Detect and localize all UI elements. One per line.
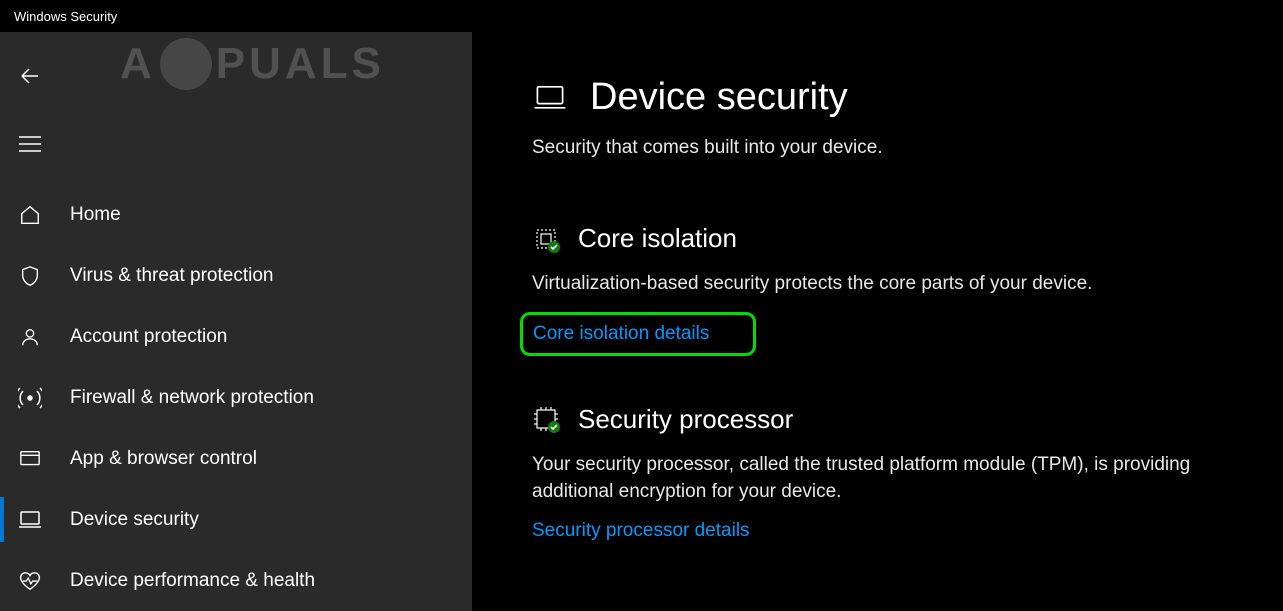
section-title: Security processor [578,404,793,435]
antenna-icon [18,386,42,410]
person-icon [18,325,42,349]
sidebar-item-label: Device security [70,509,199,531]
section-description: Virtualization-based security protects t… [532,270,1212,298]
main-content: Device security Security that comes buil… [472,32,1283,611]
sidebar-item-label: Home [70,204,121,226]
section-security-processor: Security processor Your security process… [532,404,1283,542]
sidebar-item-home[interactable]: Home [0,184,472,245]
chip-check-icon [532,405,560,433]
page-title: Device security [590,76,848,119]
page-header: Device security [532,76,1283,119]
watermark-icon [160,38,212,90]
highlight-box: Core isolation details [520,312,756,356]
section-title: Core isolation [578,223,737,254]
sidebar: A PUALS [0,32,472,611]
sidebar-item-device-security[interactable]: Device security [0,489,472,550]
sidebar-item-account[interactable]: Account protection [0,306,472,367]
hamburger-button[interactable] [6,122,54,166]
nav-list: Home Virus & threat protection Acco [0,184,472,611]
sidebar-item-performance[interactable]: Device performance & health [0,550,472,611]
sidebar-item-label: App & browser control [70,448,257,470]
sidebar-item-firewall[interactable]: Firewall & network protection [0,367,472,428]
hamburger-icon [19,136,41,152]
arrow-left-icon [18,64,42,88]
shield-icon [18,264,42,288]
sidebar-item-label: Account protection [70,326,227,348]
sidebar-item-label: Device performance & health [70,570,315,592]
sidebar-item-app-browser[interactable]: App & browser control [0,428,472,489]
page-subtitle: Security that comes built into your devi… [532,137,1283,159]
watermark: A PUALS [120,38,385,90]
app-icon [18,447,42,471]
laptop-icon [18,508,42,532]
titlebar: Windows Security [0,0,1283,32]
security-processor-details-link[interactable]: Security processor details [532,520,750,541]
laptop-icon [532,84,568,112]
back-button[interactable] [6,54,54,98]
sidebar-item-label: Virus & threat protection [70,265,273,287]
sidebar-item-virus[interactable]: Virus & threat protection [0,245,472,306]
chip-check-icon [532,225,560,253]
sidebar-item-label: Firewall & network protection [70,387,314,409]
home-icon [18,203,42,227]
core-isolation-details-link[interactable]: Core isolation details [533,323,709,344]
section-core-isolation: Core isolation Virtualization-based secu… [532,223,1283,356]
heart-icon [18,569,42,593]
section-description: Your security processor, called the trus… [532,451,1212,506]
app-name: Windows Security [14,9,117,24]
